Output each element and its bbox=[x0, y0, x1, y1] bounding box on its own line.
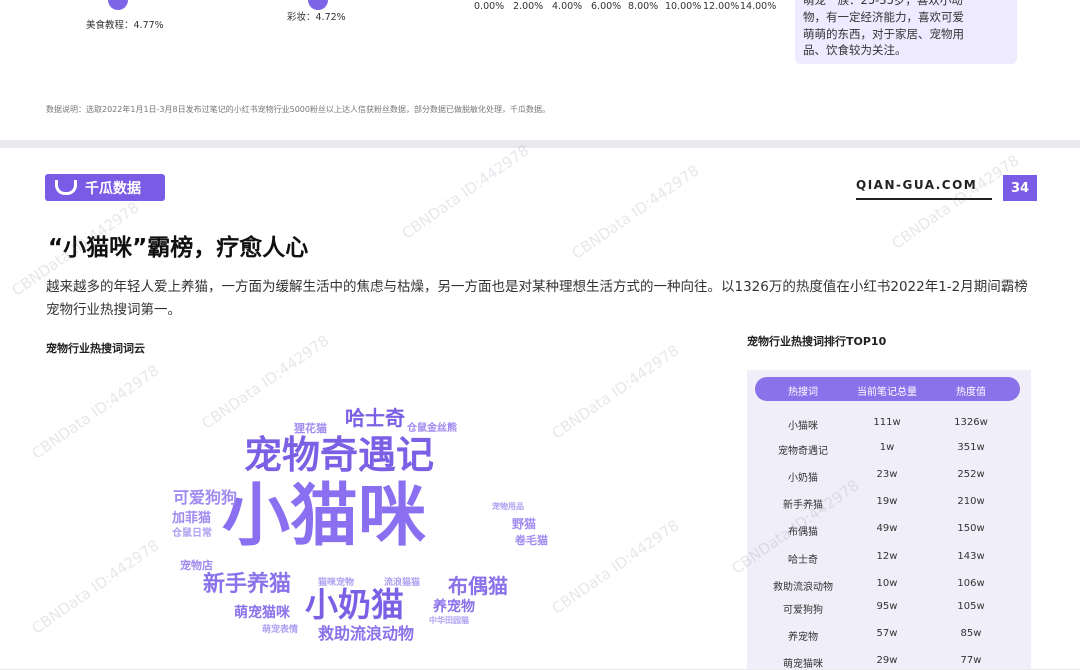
persona-line: 品、饮食较为关注。 bbox=[803, 43, 907, 57]
axis-tick: 14.00% bbox=[740, 1, 777, 12]
watermark: CBNData ID:442978 bbox=[28, 536, 163, 638]
word-jiafeimao: 加菲猫 bbox=[172, 511, 212, 526]
word-buoumao: 布偶猫 bbox=[448, 574, 508, 598]
brand-logo: 千瓜数据 bbox=[45, 174, 165, 201]
logo-icon bbox=[55, 180, 77, 195]
word-lihuamao: 狸花猫 bbox=[294, 422, 327, 435]
watermark: CBNData ID:442978 bbox=[28, 361, 163, 463]
cell-heat: 351w bbox=[957, 442, 985, 453]
cell-keyword: 布偶猫 bbox=[788, 527, 818, 538]
cell-heat: 77w bbox=[960, 655, 982, 666]
word-keaigougou: 可爱狗狗 bbox=[173, 488, 238, 507]
logo-text: 千瓜数据 bbox=[85, 180, 141, 197]
axis-tick: 2.00% bbox=[513, 1, 544, 12]
page-number: 34 bbox=[1003, 175, 1037, 201]
word-xinshouyangmao: 新手养猫 bbox=[203, 572, 292, 597]
header-heat: 热度值 bbox=[956, 387, 986, 398]
table-title: 宠物行业热搜词排行TOP10 bbox=[747, 335, 887, 348]
persona-line: 萌萌的东西，对于家居、宠物用 bbox=[803, 27, 964, 41]
cell-keyword: 小奶猫 bbox=[788, 473, 818, 484]
word-xiaonaimao: 小奶猫 bbox=[305, 585, 404, 624]
intro-paragraph: 越来越多的年轻人爱上养猫，一方面为缓解生活中的焦虑与枯燥，另一方面也是对某种理想… bbox=[46, 279, 1028, 318]
cell-heat: 150w bbox=[957, 523, 985, 534]
word-chongwuyongpin: 宠物用品 bbox=[492, 502, 524, 511]
page-title: “小猫咪”霸榜，疗愈人心 bbox=[48, 235, 309, 261]
word-chongwudian: 宠物店 bbox=[180, 559, 213, 572]
cell-notes: 111w bbox=[873, 417, 901, 428]
watermark: CBNData ID:442978 bbox=[548, 516, 683, 618]
cell-heat: 105w bbox=[957, 601, 985, 612]
axis-tick: 6.00% bbox=[591, 1, 622, 12]
legend-label-food: 美食教程：4.77% bbox=[86, 20, 164, 31]
table-header: 热搜词 当前笔记总量 热度值 bbox=[755, 377, 1020, 401]
legend-label-makeup: 彩妆：4.72% bbox=[287, 12, 346, 23]
word-mengchongmaomi: 萌宠猫咪 bbox=[234, 605, 290, 621]
legend-dot-left bbox=[108, 0, 128, 10]
watermark: CBNData ID:442978 bbox=[888, 151, 1023, 253]
cell-notes: 19w bbox=[876, 496, 898, 507]
ranking-table bbox=[747, 370, 1031, 669]
cell-notes: 57w bbox=[876, 628, 898, 639]
word-cangshu-jinsixiong: 仓鼠金丝熊 bbox=[407, 423, 457, 434]
word-mengchongbiaoqing: 萌宠表情 bbox=[262, 625, 299, 635]
word-yemao: 野猫 bbox=[512, 517, 537, 531]
watermark: CBNData ID:442978 bbox=[398, 141, 533, 243]
cell-heat: 143w bbox=[957, 551, 985, 562]
persona-line: 物，有一定经济能力，喜欢可爱 bbox=[803, 10, 964, 24]
word-xiaomaomi: 小猫咪 bbox=[222, 477, 427, 556]
cell-notes: 23w bbox=[876, 469, 898, 480]
axis-tick: 10.00% bbox=[665, 1, 702, 12]
cell-heat: 1326w bbox=[954, 417, 988, 428]
cell-heat: 106w bbox=[957, 578, 985, 589]
cell-notes: 1w bbox=[879, 442, 895, 453]
site-underline bbox=[856, 198, 992, 200]
cell-keyword: 养宠物 bbox=[788, 632, 818, 643]
cell-keyword: 可爱狗狗 bbox=[783, 605, 823, 616]
previous-page-fragment: 美食教程：4.77% 彩妆：4.72% 0.00% 2.00% 4.00% 6.… bbox=[0, 0, 1080, 140]
cell-notes: 95w bbox=[876, 601, 898, 612]
word-hashiqi: 哈士奇 bbox=[345, 406, 405, 430]
axis-tick: 4.00% bbox=[552, 1, 583, 12]
word-maomichongwu: 猫咪宠物 bbox=[318, 578, 355, 588]
cell-notes: 12w bbox=[876, 551, 898, 562]
persona-box: 萌宠一族：25-35岁，喜欢小动 物，有一定经济能力，喜欢可爱 萌萌的东西，对于… bbox=[795, 0, 1017, 64]
cell-keyword: 萌宠猫咪 bbox=[783, 659, 823, 670]
cell-notes: 49w bbox=[876, 523, 898, 534]
word-liulangmaomao: 流浪猫猫 bbox=[384, 578, 421, 588]
cell-keyword: 新手养猫 bbox=[783, 500, 823, 511]
header-notes: 当前笔记总量 bbox=[857, 387, 917, 398]
cell-keyword: 宠物奇遇记 bbox=[778, 446, 828, 457]
cell-keyword: 救助流浪动物 bbox=[773, 582, 833, 593]
word-juanmaomao: 卷毛猫 bbox=[515, 534, 548, 547]
word-jiuzhu: 救助流浪动物 bbox=[318, 624, 415, 643]
cell-heat: 252w bbox=[957, 469, 985, 480]
cell-keyword: 小猫咪 bbox=[788, 421, 818, 432]
header-keyword: 热搜词 bbox=[788, 387, 818, 398]
watermark: CBNData ID:442978 bbox=[548, 341, 683, 443]
axis-tick: 12.00% bbox=[703, 1, 740, 12]
cell-keyword: 哈士奇 bbox=[788, 555, 818, 566]
word-chongwuqiyuji: 宠物奇遇记 bbox=[244, 433, 435, 477]
axis-tick: 0.00% bbox=[474, 1, 505, 12]
word-zhonghuatianyuanmao: 中华田园猫 bbox=[429, 616, 469, 625]
watermark: CBNData ID:442978 bbox=[568, 161, 703, 263]
cell-notes: 10w bbox=[876, 578, 898, 589]
data-note: 数据说明：选取2022年1月1日-3月8日发布过笔记的小红书宠物行业5000粉丝… bbox=[46, 105, 550, 114]
word-yangchongwu: 养宠物 bbox=[433, 599, 475, 615]
report-page: 千瓜数据 QIAN-GUA.COM 34 “小猫咪”霸榜，疗愈人心 越来越多的年… bbox=[0, 141, 1080, 670]
persona-line: 萌宠一族：25-35岁，喜欢小动 bbox=[803, 0, 963, 7]
cell-heat: 210w bbox=[957, 496, 985, 507]
watermark: CBNData ID:442978 bbox=[198, 331, 333, 433]
site-url: QIAN-GUA.COM bbox=[856, 178, 978, 192]
word-cangshu-richang: 仓鼠日常 bbox=[172, 528, 212, 539]
axis-tick: 8.00% bbox=[628, 1, 659, 12]
wordcloud-title: 宠物行业热搜词词云 bbox=[46, 342, 145, 355]
cell-heat: 85w bbox=[960, 628, 982, 639]
cell-notes: 29w bbox=[876, 655, 898, 666]
